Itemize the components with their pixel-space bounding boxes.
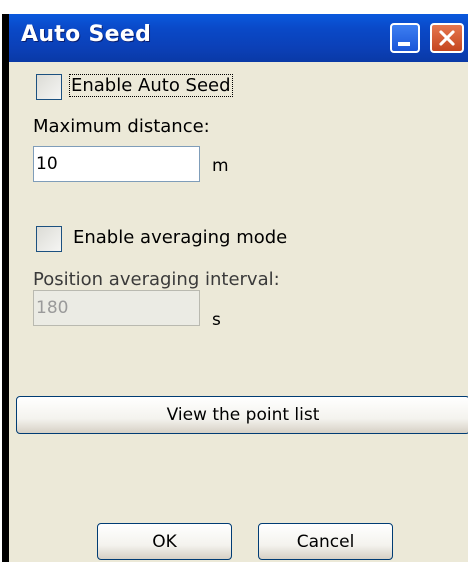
minimize-button[interactable]	[390, 23, 420, 53]
ok-button[interactable]: OK	[97, 523, 232, 560]
averaging-interval-label: Position averaging interval:	[33, 269, 280, 290]
close-icon	[439, 30, 455, 46]
view-point-list-label: View the point list	[166, 405, 320, 425]
enable-averaging-label[interactable]: Enable averaging mode	[73, 227, 287, 248]
max-distance-unit: m	[212, 156, 229, 176]
enable-averaging-checkbox[interactable]	[36, 226, 62, 252]
close-button[interactable]	[430, 23, 464, 53]
view-point-list-button[interactable]: View the point list	[16, 396, 468, 434]
cancel-button[interactable]: Cancel	[258, 523, 393, 560]
max-distance-label: Maximum distance:	[33, 116, 210, 137]
ok-label: OK	[152, 531, 177, 552]
enable-auto-seed-label[interactable]: Enable Auto Seed	[69, 74, 233, 97]
title-bar[interactable]: Auto Seed	[9, 14, 468, 62]
minimize-icon	[398, 42, 410, 46]
cancel-label: Cancel	[296, 531, 355, 552]
max-distance-input[interactable]	[33, 146, 200, 182]
auto-seed-dialog: Auto Seed Enable Auto Seed Maximum dista…	[2, 14, 468, 562]
averaging-interval-unit: s	[212, 310, 221, 330]
window-title: Auto Seed	[21, 22, 152, 47]
averaging-interval-input	[33, 290, 200, 326]
enable-auto-seed-checkbox[interactable]	[36, 74, 62, 100]
